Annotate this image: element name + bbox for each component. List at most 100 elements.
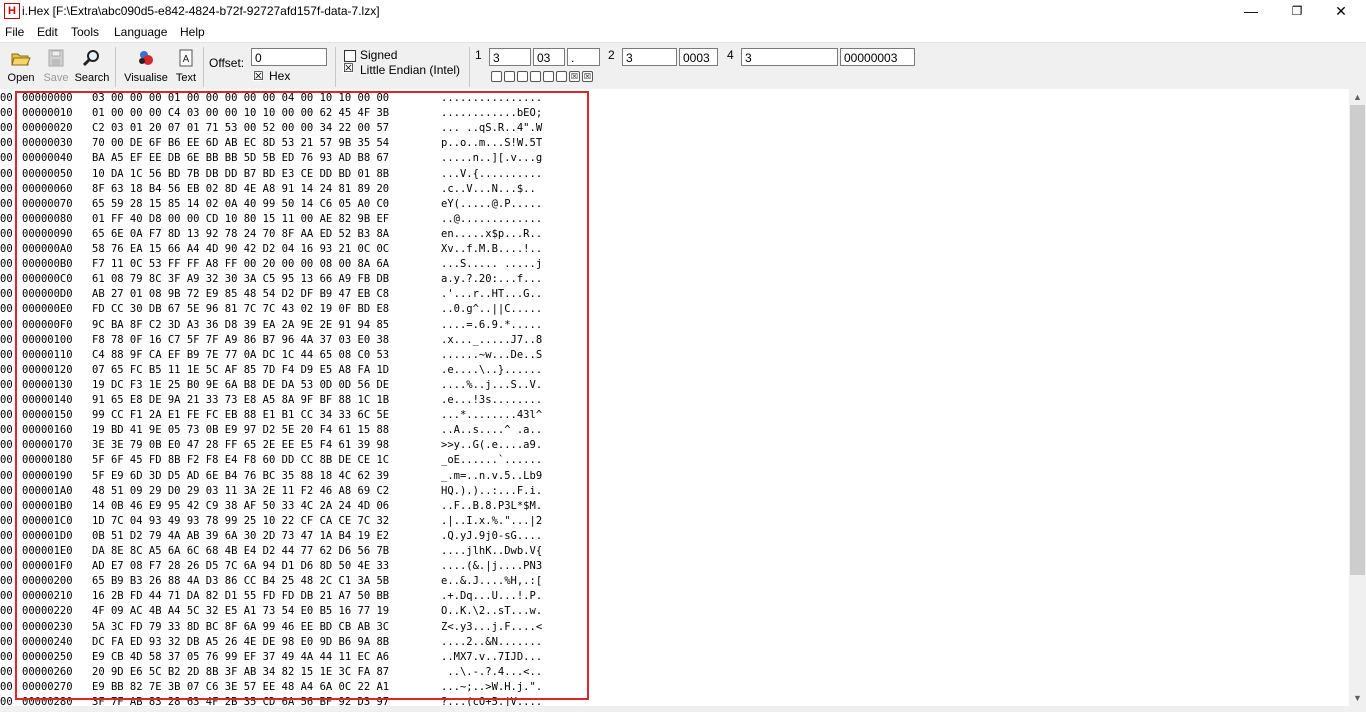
offset-input[interactable]: 0 bbox=[251, 48, 327, 66]
row-ascii-text[interactable]: .Q.yJ.9j0-sG.... bbox=[441, 530, 542, 542]
row-hex-bytes[interactable]: 03 00 00 00 01 00 00 00 00 00 04 00 10 1… bbox=[92, 92, 389, 104]
bit-7-checkbox[interactable] bbox=[491, 71, 502, 82]
row-hex-bytes[interactable]: 14 0B 46 E9 95 42 C9 38 AF 50 33 4C 2A 2… bbox=[92, 500, 389, 512]
row-ascii-text[interactable]: _oE......`...... bbox=[441, 454, 542, 466]
bit-3-checkbox[interactable] bbox=[543, 71, 554, 82]
row-hex-bytes[interactable]: F8 78 0F 16 C7 5F 7F A9 86 B7 96 4A 37 0… bbox=[92, 334, 389, 346]
int32-decimal-field[interactable]: 3 bbox=[741, 48, 838, 66]
row-hex-bytes[interactable]: 5F 6F 45 FD 8B F2 F8 E4 F8 60 DD CC 8B D… bbox=[92, 454, 389, 466]
row-ascii-text[interactable]: .x..._.....J7..8 bbox=[441, 334, 542, 346]
int8-hex-field[interactable]: 03 bbox=[533, 48, 565, 66]
row-ascii-text[interactable]: _.m=..n.v.5..Lb9 bbox=[441, 470, 542, 482]
save-button[interactable]: Save bbox=[40, 47, 72, 87]
row-ascii-text[interactable]: ....%..j...S..V. bbox=[441, 379, 542, 391]
row-ascii-text[interactable]: ......~w...De..S bbox=[441, 349, 542, 361]
close-button[interactable]: ✕ bbox=[1318, 0, 1364, 22]
row-hex-bytes[interactable]: AB 27 01 08 9B 72 E9 85 48 54 D2 DF B9 4… bbox=[92, 288, 389, 300]
int8-decimal-field[interactable]: 3 bbox=[489, 48, 531, 66]
row-ascii-text[interactable]: ..@............. bbox=[441, 213, 542, 225]
bit-6-checkbox[interactable] bbox=[504, 71, 515, 82]
row-ascii-text[interactable]: .+.Dq...U...!.P. bbox=[441, 590, 542, 602]
menu-file[interactable]: File bbox=[5, 25, 24, 39]
open-button[interactable]: Open bbox=[4, 47, 38, 87]
row-ascii-text[interactable]: ...~;..>W.H.j.". bbox=[441, 681, 542, 693]
int16-hex-field[interactable]: 0003 bbox=[679, 48, 718, 66]
row-ascii-text[interactable]: ..MX7.v..7IJD... bbox=[441, 651, 542, 663]
row-ascii-text[interactable]: ...V.{.......... bbox=[441, 168, 542, 180]
row-hex-bytes[interactable]: 61 08 79 8C 3F A9 32 30 3A C5 95 13 66 A… bbox=[92, 273, 389, 285]
restore-button[interactable]: ❐ bbox=[1274, 0, 1320, 22]
row-hex-bytes[interactable]: 3E 3E 79 0B E0 47 28 FF 65 2E EE E5 F4 6… bbox=[92, 439, 389, 451]
bit-1-checkbox[interactable]: ☒ bbox=[569, 71, 580, 82]
row-hex-bytes[interactable]: C2 03 01 20 07 01 71 53 00 52 00 00 34 2… bbox=[92, 122, 389, 134]
row-ascii-text[interactable]: ....jlhK..Dwb.V{ bbox=[441, 545, 542, 557]
row-hex-bytes[interactable]: 65 59 28 15 85 14 02 0A 40 99 50 14 C6 0… bbox=[92, 198, 389, 210]
row-ascii-text[interactable]: .e...!3s........ bbox=[441, 394, 542, 406]
row-ascii-text[interactable]: a.y.?.20:...f... bbox=[441, 273, 542, 285]
row-ascii-text[interactable]: Z<.y3...j.F....< bbox=[441, 621, 542, 633]
search-button[interactable]: Search bbox=[74, 47, 110, 87]
row-hex-bytes[interactable]: 65 6E 0A F7 8D 13 92 78 24 70 8F AA ED 5… bbox=[92, 228, 389, 240]
text-button[interactable]: A Text bbox=[173, 47, 199, 87]
row-hex-bytes[interactable]: 0B 51 D2 79 4A AB 39 6A 30 2D 73 47 1A B… bbox=[92, 530, 389, 542]
little-endian-checkbox[interactable]: ☒ bbox=[343, 62, 354, 74]
row-ascii-text[interactable]: ..A..s....^ .a.. bbox=[441, 424, 542, 436]
row-hex-bytes[interactable]: 99 CC F1 2A E1 FE FC EB 88 E1 B1 CC 34 3… bbox=[92, 409, 389, 421]
int32-hex-field[interactable]: 00000003 bbox=[840, 48, 915, 66]
row-ascii-text[interactable]: eY(.....@.P..... bbox=[441, 198, 542, 210]
menu-tools[interactable]: Tools bbox=[71, 25, 99, 39]
row-ascii-text[interactable]: ..0.g^..||C..... bbox=[441, 303, 542, 315]
row-ascii-text[interactable]: .e....\..}...... bbox=[441, 364, 542, 376]
hex-editor-pane[interactable]: 00 00000000 03 00 00 00 01 00 00 00 00 00 … bbox=[0, 89, 1349, 706]
row-ascii-text[interactable]: en.....x$p...R.. bbox=[441, 228, 542, 240]
row-ascii-text[interactable]: .c..V...N...$.. bbox=[441, 183, 542, 195]
row-hex-bytes[interactable]: 91 65 E8 DE 9A 21 33 73 E8 A5 8A 9F BF 8… bbox=[92, 394, 389, 406]
row-hex-bytes[interactable]: DC FA ED 93 32 DB A5 26 4E DE 98 E0 9D B… bbox=[92, 636, 389, 648]
row-ascii-text[interactable]: ....=.6.9.*..... bbox=[441, 319, 542, 331]
row-hex-bytes[interactable]: FD CC 30 DB 67 5E 96 81 7C 7C 43 02 19 0… bbox=[92, 303, 389, 315]
row-ascii-text[interactable]: .....n..][.v...g bbox=[441, 152, 542, 164]
row-hex-bytes[interactable]: 20 9D E6 5C B2 2D 8B 3F AB 34 82 15 1E 3… bbox=[92, 666, 389, 678]
row-hex-bytes[interactable]: 5F E9 6D 3D D5 AD 6E B4 76 BC 35 88 18 4… bbox=[92, 470, 389, 482]
row-hex-bytes[interactable]: 16 2B FD 44 71 DA 82 D1 55 FD FD DB 21 A… bbox=[92, 590, 389, 602]
row-hex-bytes[interactable]: 4F 09 AC 4B A4 5C 32 E5 A1 73 54 E0 B5 1… bbox=[92, 605, 389, 617]
row-ascii-text[interactable]: p..o..m...S!W.5T bbox=[441, 137, 542, 149]
row-hex-bytes[interactable]: 10 DA 1C 56 BD 7B DB DD B7 BD E3 CE DD B… bbox=[92, 168, 389, 180]
row-ascii-text[interactable]: ....2..&N....... bbox=[441, 636, 542, 648]
bit-2-checkbox[interactable] bbox=[556, 71, 567, 82]
row-hex-bytes[interactable]: 19 DC F3 1E 25 B0 9E 6A B8 DE DA 53 0D 0… bbox=[92, 379, 389, 391]
row-ascii-text[interactable]: >>y..G(.e....a9. bbox=[441, 439, 542, 451]
row-hex-bytes[interactable]: BA A5 EF EE DB 6E BB BB 5D 5B ED 76 93 A… bbox=[92, 152, 389, 164]
row-hex-bytes[interactable]: E9 BB 82 7E 3B 07 C6 3E 57 EE 48 A4 6A 0… bbox=[92, 681, 389, 693]
row-hex-bytes[interactable]: 01 00 00 00 C4 03 00 00 10 10 00 00 62 4… bbox=[92, 107, 389, 119]
minimize-button[interactable]: — bbox=[1228, 0, 1274, 22]
row-hex-bytes[interactable]: 48 51 09 29 D0 29 03 11 3A 2E 11 F2 46 A… bbox=[92, 485, 389, 497]
row-ascii-text[interactable]: ....(&.|j....PN3 bbox=[441, 560, 542, 572]
int16-decimal-field[interactable]: 3 bbox=[622, 48, 677, 66]
row-hex-bytes[interactable]: E9 CB 4D 58 37 05 76 99 EF 37 49 4A 44 1… bbox=[92, 651, 389, 663]
row-ascii-text[interactable]: ...S..... .....j bbox=[441, 258, 542, 270]
row-ascii-text[interactable]: HQ.).)..:...F.i. bbox=[441, 485, 542, 497]
row-hex-bytes[interactable]: DA 8E 8C A5 6A 6C 68 4B E4 D2 44 77 62 D… bbox=[92, 545, 389, 557]
row-hex-bytes[interactable]: 58 76 EA 15 66 A4 4D 90 42 D2 04 16 93 2… bbox=[92, 243, 389, 255]
row-hex-bytes[interactable]: C4 88 9F CA EF B9 7E 77 0A DC 1C 44 65 0… bbox=[92, 349, 389, 361]
menu-edit[interactable]: Edit bbox=[37, 25, 58, 39]
row-hex-bytes[interactable]: 65 B9 B3 26 88 4A D3 86 CC B4 25 48 2C C… bbox=[92, 575, 389, 587]
row-ascii-text[interactable]: ?...(cO+5.jV.... bbox=[441, 696, 542, 706]
row-hex-bytes[interactable]: 8F 63 18 B4 56 EB 02 8D 4E A8 91 14 24 8… bbox=[92, 183, 389, 195]
row-ascii-text[interactable]: e..&.J....%H,.:[ bbox=[441, 575, 542, 587]
row-ascii-text[interactable]: ............bEO; bbox=[441, 107, 542, 119]
bit-4-checkbox[interactable] bbox=[530, 71, 541, 82]
row-hex-bytes[interactable]: 3F 7F AB 83 28 63 4F 2B 35 CD 6A 56 BF 9… bbox=[92, 696, 389, 706]
row-ascii-text[interactable]: ...*........43l^ bbox=[441, 409, 542, 421]
hex-checkbox[interactable]: ☒ bbox=[253, 70, 264, 82]
row-ascii-text[interactable]: .'...r..HT...G.. bbox=[441, 288, 542, 300]
row-ascii-text[interactable]: ..F..B.8.P3L*$M. bbox=[441, 500, 542, 512]
row-ascii-text[interactable]: .|..I.x.%."...|2 bbox=[441, 515, 542, 527]
row-hex-bytes[interactable]: 5A 3C FD 79 33 8D BC 8F 6A 99 46 EE BD C… bbox=[92, 621, 389, 633]
scroll-down-arrow-icon[interactable]: ▼ bbox=[1349, 690, 1366, 706]
scroll-up-arrow-icon[interactable]: ▲ bbox=[1349, 89, 1366, 105]
row-hex-bytes[interactable]: 01 FF 40 D8 00 00 CD 10 80 15 11 00 AE 8… bbox=[92, 213, 389, 225]
bit-0-checkbox[interactable]: ☒ bbox=[582, 71, 593, 82]
row-hex-bytes[interactable]: F7 11 0C 53 FF FF A8 FF 00 20 00 00 08 0… bbox=[92, 258, 389, 270]
